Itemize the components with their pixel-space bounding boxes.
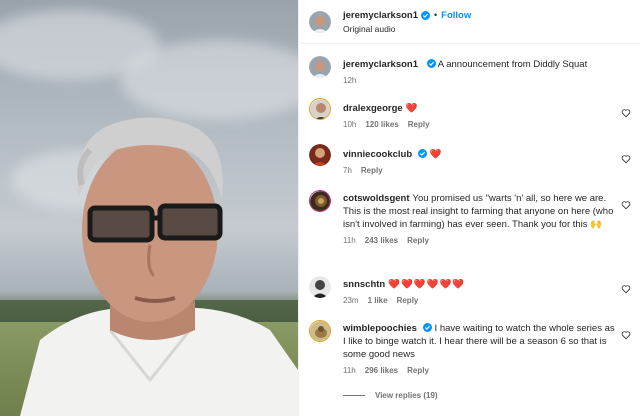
avatar[interactable] (309, 320, 331, 342)
follow-button[interactable]: Follow (441, 10, 471, 21)
like-count[interactable]: 243 likes (365, 234, 398, 247)
heart-outline-icon[interactable] (621, 284, 631, 294)
avatar[interactable] (309, 190, 331, 212)
heart-outline-icon[interactable] (621, 330, 631, 340)
comment-username[interactable]: vinniecookclub (343, 149, 412, 160)
reply-button[interactable]: Reply (361, 164, 383, 177)
separator-dot: • (434, 10, 438, 20)
avatar[interactable] (309, 144, 331, 166)
comment-time: 23m (343, 296, 359, 305)
like-count[interactable]: 1 like (368, 294, 388, 307)
reply-button[interactable]: Reply (407, 234, 429, 247)
comment-text: ❤️ (429, 149, 443, 160)
audio-label[interactable]: Original audio (343, 24, 471, 34)
like-count[interactable]: 120 likes (365, 118, 398, 131)
heart-outline-icon[interactable] (621, 108, 631, 118)
comment-text: ❤️❤️❤️❤️❤️❤️ (388, 279, 466, 290)
avatar[interactable] (309, 10, 331, 33)
avatar[interactable] (309, 276, 331, 298)
verified-badge-icon (426, 59, 436, 68)
comments-panel: jeremyclarkson1 • Follow Original audio … (298, 0, 640, 416)
presenter-figure (20, 117, 298, 416)
comment-time: 10h (343, 120, 357, 129)
comment-time: 11h (343, 366, 356, 375)
caption-username[interactable]: jeremyclarkson1 (343, 59, 418, 70)
comment-username[interactable]: wimblepoochies (343, 323, 417, 334)
verified-badge-icon (422, 323, 432, 332)
author-username[interactable]: jeremyclarkson1 (343, 10, 418, 21)
view-replies-button[interactable]: View replies (19) (343, 391, 438, 400)
view-replies-label: View replies (19) (375, 391, 438, 400)
heart-outline-icon[interactable] (621, 154, 631, 164)
comment-username[interactable]: dralexgeorge (343, 103, 403, 114)
comment-time: 11h (343, 236, 356, 245)
reply-button[interactable]: Reply (397, 294, 419, 307)
divider (343, 395, 365, 396)
video-player[interactable] (0, 0, 298, 416)
comment-username[interactable]: cotswoldsgent (343, 193, 410, 204)
like-count[interactable]: 296 likes (365, 364, 398, 377)
verified-badge-icon (418, 149, 428, 158)
caption-time: 12h (343, 76, 357, 85)
post-header: jeremyclarkson1 • Follow Original audio (299, 0, 640, 44)
avatar[interactable] (309, 98, 331, 120)
verified-badge-icon (421, 10, 430, 20)
comment-username[interactable]: snnschtn (343, 279, 385, 290)
reply-button[interactable]: Reply (408, 118, 430, 131)
caption-text: A announcement from Diddly Squat (437, 59, 588, 70)
heart-outline-icon[interactable] (621, 200, 631, 210)
reply-button[interactable]: Reply (407, 364, 429, 377)
avatar[interactable] (309, 56, 331, 78)
comment-time: 7h (343, 166, 352, 175)
comment-text: ❤️ (405, 103, 419, 114)
